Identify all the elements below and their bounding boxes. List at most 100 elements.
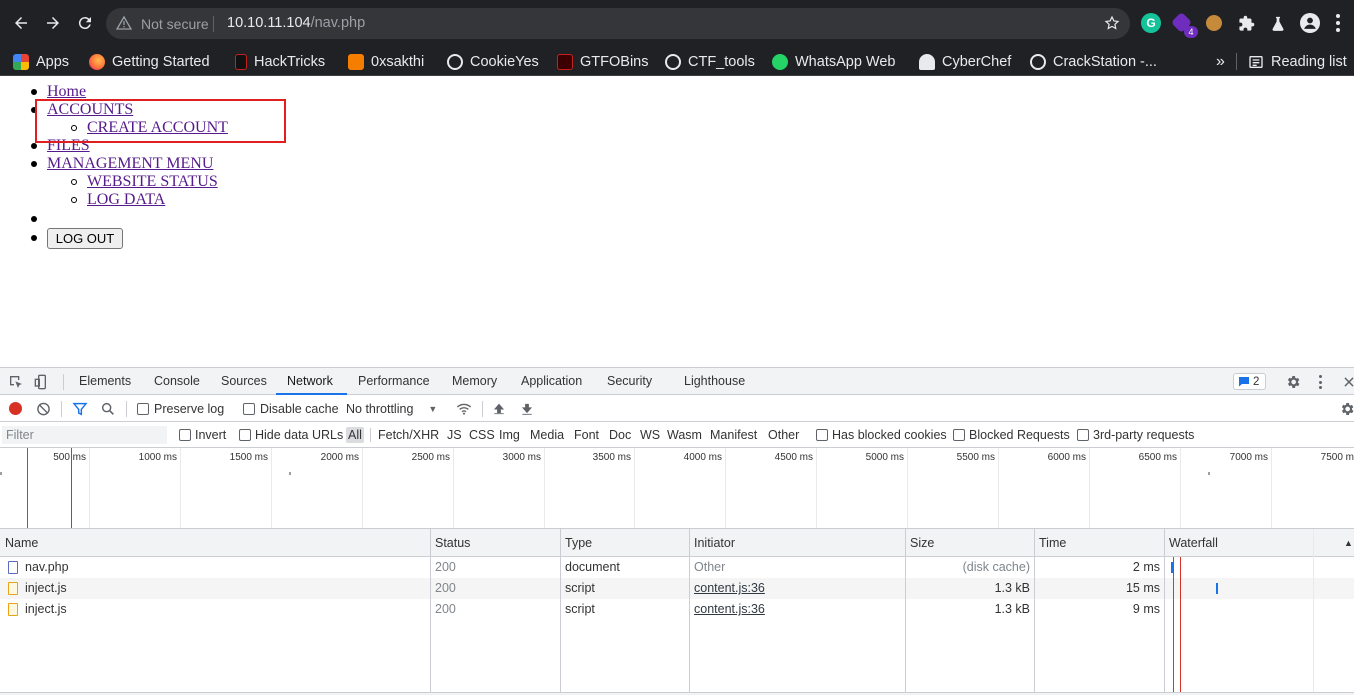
request-initiator-link[interactable]: content.js:36: [694, 599, 765, 620]
browser-menu-icon[interactable]: [1336, 14, 1340, 32]
column-divider[interactable]: [689, 529, 690, 695]
security-label[interactable]: Not secure: [141, 16, 209, 32]
tab-application[interactable]: Application: [521, 368, 582, 395]
flask-labs-icon[interactable]: [1270, 15, 1286, 32]
record-icon[interactable]: [9, 402, 22, 415]
bookmark-cyberchef[interactable]: CyberChef: [919, 47, 1011, 76]
console-messages-badge[interactable]: 2: [1233, 373, 1266, 390]
bookmark-crackstation[interactable]: CrackStation -...: [1030, 47, 1157, 76]
column-divider[interactable]: [560, 529, 561, 695]
bookmark-getting-started[interactable]: Getting Started: [89, 47, 210, 76]
close-devtools-icon[interactable]: [1342, 374, 1354, 390]
request-name[interactable]: inject.js: [25, 578, 67, 599]
nav-link-management-menu[interactable]: MANAGEMENT MENU: [47, 155, 213, 173]
filter-type-ws[interactable]: WS: [640, 422, 660, 448]
invert-checkbox[interactable]: Invert: [179, 422, 226, 448]
filter-type-img[interactable]: Img: [499, 422, 520, 448]
bookmark-gtfobins[interactable]: GTFOBins: [557, 47, 648, 76]
back-button[interactable]: [10, 12, 32, 34]
column-header-status[interactable]: Status: [435, 529, 470, 557]
nav-link-log-data[interactable]: LOG DATA: [87, 191, 165, 209]
puzzle-extensions-icon[interactable]: [1238, 15, 1255, 32]
column-header-name[interactable]: Name: [5, 529, 38, 557]
bookmark-star-icon[interactable]: [1104, 15, 1120, 31]
column-divider[interactable]: [1164, 529, 1165, 695]
column-header-type[interactable]: Type: [565, 529, 592, 557]
has-blocked-cookies-checkbox[interactable]: Has blocked cookies: [816, 422, 947, 448]
column-divider[interactable]: [430, 529, 431, 695]
forward-button[interactable]: [42, 12, 64, 34]
filter-type-other[interactable]: Other: [768, 422, 799, 448]
checkbox[interactable]: [137, 402, 149, 415]
filter-type-font[interactable]: Font: [574, 422, 599, 448]
filter-type-manifest[interactable]: Manifest: [710, 422, 757, 448]
column-header-waterfall[interactable]: Waterfall: [1169, 529, 1218, 557]
column-divider[interactable]: [905, 529, 906, 695]
checkbox[interactable]: [953, 429, 965, 441]
filter-input[interactable]: Filter: [2, 426, 167, 444]
filter-type-all[interactable]: All: [346, 427, 364, 443]
sort-ascending-icon[interactable]: ▲: [1344, 538, 1353, 548]
checkbox[interactable]: [239, 429, 251, 441]
tab-network[interactable]: Network: [276, 368, 347, 395]
import-har-upload-icon[interactable]: [492, 401, 506, 417]
tab-memory[interactable]: Memory: [452, 368, 497, 395]
reload-button[interactable]: [74, 12, 96, 34]
cookie-extension-icon[interactable]: [1206, 15, 1222, 31]
reading-list-button[interactable]: Reading list: [1248, 47, 1347, 76]
checkbox[interactable]: [1077, 429, 1089, 441]
bookmarks-overflow-button[interactable]: »: [1216, 47, 1225, 76]
bookmark-ctf-tools[interactable]: CTF_tools: [665, 47, 755, 76]
checkbox[interactable]: [816, 429, 828, 441]
inspect-element-icon[interactable]: [8, 374, 24, 390]
settings-gear-icon[interactable]: [1285, 374, 1301, 390]
search-icon[interactable]: [100, 401, 116, 417]
tab-elements[interactable]: Elements: [79, 368, 131, 395]
tab-lighthouse[interactable]: Lighthouse: [684, 368, 745, 395]
throttling-select[interactable]: No throttling ▼: [346, 395, 437, 422]
column-divider[interactable]: [1034, 529, 1035, 695]
filter-funnel-icon[interactable]: [72, 401, 88, 417]
nav-link-website-status[interactable]: WEBSITE STATUS: [87, 173, 218, 191]
filter-type-media[interactable]: Media: [530, 422, 564, 448]
request-name[interactable]: nav.php: [25, 557, 69, 578]
hide-data-urls-checkbox[interactable]: Hide data URLs: [239, 422, 343, 448]
table-row[interactable]: nav.php 200 document Other (disk cache) …: [0, 557, 1354, 578]
filter-type-fetch-xhr[interactable]: Fetch/XHR: [378, 422, 439, 448]
tab-sources[interactable]: Sources: [221, 368, 267, 395]
bookmark-hacktricks[interactable]: HackTricks: [235, 47, 325, 76]
network-conditions-wifi-icon[interactable]: [455, 401, 473, 417]
filter-type-js[interactable]: JS: [447, 422, 462, 448]
address-bar[interactable]: Not secure 10.10.11.104/nav.php: [106, 8, 1130, 39]
network-settings-gear-icon[interactable]: [1339, 401, 1354, 417]
profile-avatar-icon[interactable]: [1300, 13, 1320, 33]
third-party-requests-checkbox[interactable]: 3rd-party requests: [1077, 422, 1194, 448]
checkbox[interactable]: [179, 429, 191, 441]
logout-button[interactable]: LOG OUT: [47, 228, 123, 249]
request-initiator-link[interactable]: content.js:36: [694, 578, 765, 599]
filter-type-wasm[interactable]: Wasm: [667, 422, 702, 448]
preserve-log-checkbox[interactable]: Preserve log: [137, 395, 224, 422]
url-text[interactable]: 10.10.11.104/nav.php: [227, 15, 365, 31]
filter-type-css[interactable]: CSS: [469, 422, 495, 448]
clear-icon[interactable]: [36, 401, 51, 417]
table-row[interactable]: inject.js 200 script content.js:36 1.3 k…: [0, 578, 1354, 599]
network-overview-timeline[interactable]: 500 ms 1000 ms 1500 ms 2000 ms 2500 ms 3000 m…: [0, 448, 1354, 529]
grammarly-extension-icon[interactable]: G: [1141, 13, 1161, 33]
column-header-time[interactable]: Time: [1039, 529, 1066, 557]
checkbox[interactable]: [243, 402, 255, 415]
bookmark-whatsapp-web[interactable]: WhatsApp Web: [772, 47, 895, 76]
blocked-requests-checkbox[interactable]: Blocked Requests: [953, 422, 1070, 448]
table-row[interactable]: inject.js 200 script content.js:36 1.3 k…: [0, 599, 1354, 620]
tab-security[interactable]: Security: [607, 368, 652, 395]
request-name[interactable]: inject.js: [25, 599, 67, 620]
column-header-initiator[interactable]: Initiator: [694, 529, 735, 557]
bookmark-0xsakthi[interactable]: 0xsakthi: [348, 47, 424, 76]
bookmark-cookieyes[interactable]: CookieYes: [447, 47, 539, 76]
export-har-download-icon[interactable]: [520, 401, 534, 417]
bookmark-apps[interactable]: Apps: [13, 47, 69, 76]
column-header-size[interactable]: Size: [910, 529, 934, 557]
filter-type-doc[interactable]: Doc: [609, 422, 631, 448]
tab-console[interactable]: Console: [154, 368, 200, 395]
devtools-menu-icon[interactable]: [1319, 375, 1322, 389]
